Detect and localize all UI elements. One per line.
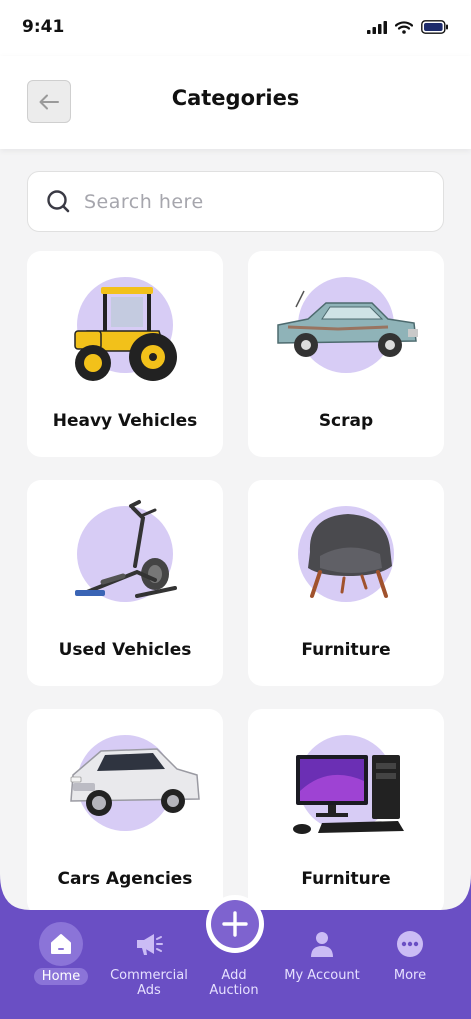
category-card-used-vehicles[interactable]: Used Vehicles: [27, 480, 223, 686]
search-input[interactable]: [84, 190, 404, 213]
home-bubble: [39, 922, 83, 966]
nav-label-my-account: My Account: [284, 968, 360, 983]
nav-icon: [104, 924, 194, 964]
search-icon: [46, 189, 72, 215]
nav-icon-spacer: [189, 924, 279, 964]
nav-item-home[interactable]: Home: [16, 922, 106, 985]
nav-item-my-account[interactable]: My Account: [277, 924, 367, 983]
wifi-icon: [395, 20, 413, 34]
status-icons: [367, 20, 449, 34]
nav-icon: [16, 922, 106, 966]
nav-item-commercial-ads[interactable]: Commercial Ads: [104, 924, 194, 998]
megaphone-icon: [137, 934, 163, 955]
elliptical-trainer-image: [75, 500, 177, 598]
nav-label-more: More: [393, 968, 427, 983]
tractor-image: [74, 287, 177, 381]
category-card-scrap[interactable]: Scrap: [248, 251, 444, 457]
status-bar: 9:41: [0, 0, 471, 56]
nav-label-add-line2: Auction: [209, 983, 259, 998]
more-icon: [397, 931, 423, 957]
nav-icon: [365, 924, 455, 964]
user-icon: [311, 932, 333, 957]
suv-image: [70, 748, 200, 816]
nav-label-add-line1: Add: [221, 968, 247, 983]
status-time: 9:41: [22, 17, 65, 37]
app-header: Categories: [0, 56, 471, 149]
category-label: Furniture: [301, 640, 391, 660]
nav-item-more[interactable]: More: [365, 924, 455, 983]
category-card-heavy-vehicles[interactable]: Heavy Vehicles: [27, 251, 223, 457]
page-title: Categories: [171, 86, 300, 110]
category-card-furniture[interactable]: Furniture: [248, 480, 444, 686]
nav-icon: [277, 924, 367, 964]
category-label: Used Vehicles: [58, 640, 192, 660]
battery-icon: [421, 20, 448, 34]
armchair-image: [308, 514, 392, 598]
nav-label-home: Home: [33, 968, 89, 985]
computer-image: [293, 755, 404, 834]
signal-icon: [367, 20, 387, 34]
home-icon: [51, 934, 71, 954]
old-car-image: [277, 290, 418, 357]
category-label: Heavy Vehicles: [52, 411, 198, 431]
search-box[interactable]: [27, 171, 444, 232]
category-grid: Heavy Vehicles Scrap Used Vehicles Furni…: [27, 251, 444, 915]
nav-item-add-auction[interactable]: Add Auction: [189, 924, 279, 998]
nav-label-commercial-line2: Ads: [137, 983, 161, 998]
category-label: Scrap: [318, 411, 374, 431]
nav-label-commercial-line1: Commercial: [110, 968, 188, 983]
